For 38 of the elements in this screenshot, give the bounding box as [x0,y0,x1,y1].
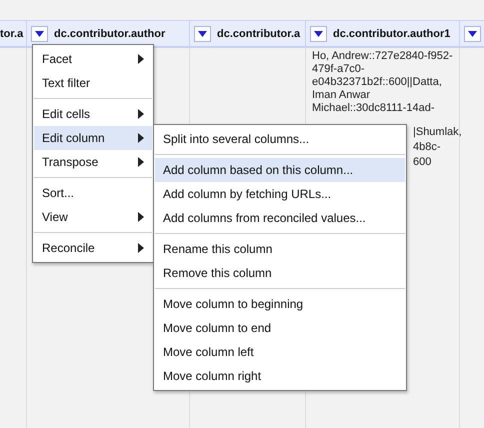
cell-text: |Shumlak, [413,125,459,140]
cell-text: Ho, Andrew::727e2840-f952- [312,50,454,63]
menu-item[interactable]: Text filter [34,71,152,95]
column-name: dc.contributor.author1 [333,28,450,40]
menu-item[interactable]: Move column to beginning [155,292,405,316]
menu-item[interactable]: Transpose [34,150,152,174]
menu-item[interactable]: Remove this column [155,261,405,285]
caret-icon [314,30,323,36]
dropdown-button[interactable] [464,26,481,42]
menu-item[interactable]: Move column left [155,340,405,364]
menu-item[interactable]: Move column right [155,364,405,388]
caret-icon [198,30,207,36]
cell-text: e04b32371b2f::600||Datta, [312,76,443,89]
menu-item[interactable]: Facet [34,47,152,71]
cell-text: 479f-a7c0- [312,63,366,76]
dropdown-button[interactable] [194,26,211,42]
menu-item[interactable]: View [34,205,152,229]
menu-item[interactable]: Add columns from reconciled values... [155,206,405,230]
menu-item[interactable]: Move column to end [155,316,405,340]
cell-text: Michael::30dc8111-14ad- [312,102,436,115]
column-name: tor.a [0,28,24,40]
caret-icon [468,30,477,36]
menu-item[interactable]: Split into several columns... [155,127,405,151]
cell-text: Iman Anwar [312,89,372,102]
menu-item[interactable]: Add column based on this column... [155,158,405,182]
cell-text: 600 [413,155,432,170]
column-name: dc.contributor.author [54,28,166,40]
menu-item[interactable]: Sort... [34,181,152,205]
dropdown-button[interactable] [31,26,48,42]
menu-item[interactable]: Rename this column [155,237,405,261]
cell-text: 4b8c- [413,140,442,155]
menu-item[interactable]: Reconcile [34,236,152,260]
dropdown-button[interactable] [310,26,327,42]
menu-item[interactable]: Edit column [34,126,152,150]
column-name: dc.contributor.a [217,28,300,40]
menu-item[interactable]: Edit cells [34,102,152,126]
menu-item[interactable]: Add column by fetching URLs... [155,182,405,206]
caret-icon [35,30,44,36]
